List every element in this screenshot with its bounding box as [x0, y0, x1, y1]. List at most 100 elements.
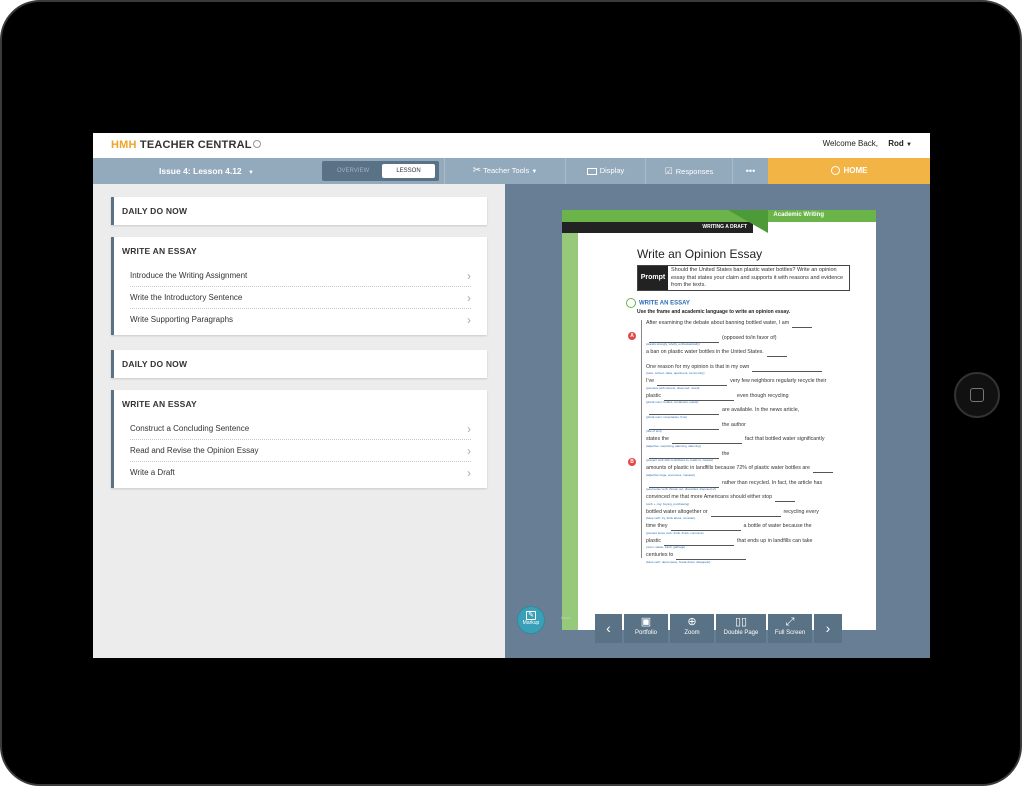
write-heading: WRITE AN ESSAY [626, 298, 690, 308]
essay-line[interactable]: states the fact that bottled water signif… [646, 434, 851, 449]
essay-line[interactable]: (opposed to/in favor of) (stands strongly… [646, 333, 851, 348]
essay-line[interactable]: time they a bottle of water because the (p… [646, 521, 851, 536]
list-item[interactable]: Write Supporting Paragraphs › [130, 309, 471, 331]
essay-blank[interactable] [710, 510, 781, 517]
user-menu[interactable]: Rod [888, 139, 904, 148]
essay-line[interactable]: plastic even though recycling (plural noun… [646, 391, 851, 406]
zoom-icon: ⊕ [687, 616, 697, 628]
teacher-tools-menu[interactable]: ✂ Teacher Tools ▼ [444, 158, 565, 184]
full-screen-button[interactable]: ⤢ Full Screen [768, 614, 812, 643]
essay-hint: (present tense verb: drink, finish, cons… [646, 530, 704, 535]
essay-text: states the [646, 436, 669, 442]
essay-line[interactable]: the author (title of text) [646, 420, 851, 435]
list-item[interactable]: Construct a Concluding Sentence › [130, 418, 471, 440]
display-button[interactable]: Display [565, 158, 645, 184]
essay-line[interactable]: are available. In the news article, (plur… [646, 405, 851, 420]
essay-line[interactable]: the (present verb with contributes to, le… [646, 449, 851, 464]
essay-hint: (title of text) [646, 429, 662, 433]
section-card: WRITE AN ESSAY Introduce the Writing Ass… [111, 237, 487, 335]
double-page-label: Double Page [723, 630, 759, 636]
essay-text: I've [646, 378, 655, 384]
section-card[interactable]: DAILY DO NOW [111, 350, 487, 378]
markup-button[interactable]: ✎ Markup [517, 606, 545, 634]
essay-line[interactable]: a ban on plastic water bottles in the Un… [646, 347, 851, 362]
list-item-label: Write Supporting Paragraphs [130, 315, 234, 324]
essay-line[interactable]: One reason for my opinion is that in my … [646, 362, 851, 377]
section-card: WRITE AN ESSAY Construct a Concluding Se… [111, 390, 487, 488]
essay-hint: (plural noun: receptacles, bins) [646, 414, 688, 419]
essay-blank[interactable] [813, 466, 833, 473]
more-button[interactable]: ••• [732, 158, 768, 184]
essay-text: One reason for my opinion is that in my … [646, 363, 750, 370]
portfolio-button[interactable]: ▣ Portfolio [624, 614, 668, 643]
essay-blank[interactable] [766, 350, 787, 357]
tab-overview[interactable]: OVERVIEW [326, 164, 380, 178]
zoom-label: Zoom [684, 630, 700, 636]
essay-text: (opposed to/in favor of) [722, 334, 777, 341]
essay-line[interactable]: rather than recycled. In fact, the artic… [646, 478, 851, 493]
list-item-label: Write the Introductory Sentence [130, 293, 243, 302]
essay-text: time they [646, 523, 668, 529]
issue-dropdown[interactable]: Issue 4: Lesson 4.12 ▼ [93, 158, 320, 184]
essay-blank[interactable] [792, 321, 813, 328]
essay-text: fact that bottled water significantly [744, 436, 825, 442]
home-circle-icon [830, 166, 840, 176]
essay-line[interactable]: centuries to (base verb: decompose, break… [646, 550, 851, 565]
markup-label: Markup [522, 620, 540, 626]
pencil-icon [626, 298, 636, 308]
zoom-button[interactable]: ⊕ Zoom [670, 614, 714, 643]
write-heading-label: WRITE AN ESSAY [639, 300, 690, 307]
chevron-down-icon[interactable]: ▼ [906, 142, 912, 148]
essay-line[interactable]: I've very few neighbors regularly recycle… [646, 376, 851, 391]
welcome-area: Welcome Back, Rod ▼ [823, 139, 912, 148]
checkbox-icon: ☑ [664, 166, 673, 176]
home-button[interactable]: HOME [768, 158, 930, 184]
essay-line[interactable]: After examining the debate about banning… [646, 318, 851, 333]
section-card[interactable]: DAILY DO NOW [111, 197, 487, 225]
lesson-sidebar: DAILY DO NOW WRITE AN ESSAY Introduce th… [93, 184, 505, 658]
essay-blank[interactable] [775, 495, 796, 502]
app-screen: HMH TEACHER CENTRAL Welcome Back, Rod ▼ … [93, 133, 930, 658]
logo-text: TEACHER CENTRAL [136, 139, 252, 151]
full-screen-label: Full Screen [774, 630, 806, 636]
logo-brand: HMH [111, 139, 137, 151]
essay-hint: (stands strongly, wholly, enthusiastical… [646, 342, 700, 346]
list-item[interactable]: Introduce the Writing Assignment › [130, 265, 471, 287]
essay-line[interactable]: convinced me that more Americans should … [646, 492, 851, 507]
responses-button[interactable]: ☑ Responses [645, 158, 732, 184]
essay-line[interactable]: bottled water altogether or recycling eve… [646, 507, 851, 522]
essay-hint: (adjective huge, enormous, massive) [646, 472, 696, 477]
issue-strip: Issue [561, 615, 571, 620]
essay-text: the [722, 450, 730, 457]
double-page-button[interactable]: ▯▯ Double Page [716, 614, 766, 643]
page-header-green: Academic Writing [562, 210, 876, 222]
essay-text: amounts of plastic in landfills because … [646, 465, 810, 471]
page-section-label: Academic Writing [773, 212, 824, 218]
tablet-frame: HMH TEACHER CENTRAL Welcome Back, Rod ▼ … [0, 0, 1022, 786]
prev-page-button[interactable]: ‹ [595, 614, 622, 643]
essay-text: the author [722, 421, 746, 428]
essay-text: After examining the debate about banning… [646, 320, 790, 326]
essay-blank[interactable] [752, 365, 823, 372]
marker-b: B [628, 458, 636, 466]
marker-a: A [628, 332, 636, 340]
list-item-label: Write a Draft [130, 468, 175, 477]
chevron-right-icon: › [467, 269, 471, 283]
expand-icon: ⤢ [785, 616, 795, 628]
tablet-home-button[interactable] [954, 372, 1000, 418]
textbook-page: Academic Writing WRITING A DRAFT Write a… [562, 210, 876, 630]
responses-label: Responses [675, 167, 714, 176]
list-item[interactable]: Write the Introductory Sentence › [130, 287, 471, 309]
page-viewer: Academic Writing WRITING A DRAFT Write a… [505, 184, 930, 658]
list-item[interactable]: Write a Draft › [130, 462, 471, 484]
nav-bar: Issue 4: Lesson 4.12 ▼ OVERVIEW LESSON ✂… [93, 158, 930, 184]
essay-line[interactable]: amounts of plastic in landfills because … [646, 463, 851, 478]
list-item[interactable]: Read and Revise the Opinion Essay › [130, 440, 471, 462]
essay-text: plastic [646, 537, 662, 544]
list-item-label: Construct a Concluding Sentence [130, 424, 250, 433]
essay-line[interactable]: plastic that ends up in landfills can tak… [646, 536, 851, 551]
essay-text: a ban on plastic water bottles in the Un… [646, 349, 764, 355]
next-page-button[interactable]: › [814, 614, 842, 643]
tab-lesson[interactable]: LESSON [382, 164, 435, 178]
app-logo[interactable]: HMH TEACHER CENTRAL [111, 139, 261, 151]
